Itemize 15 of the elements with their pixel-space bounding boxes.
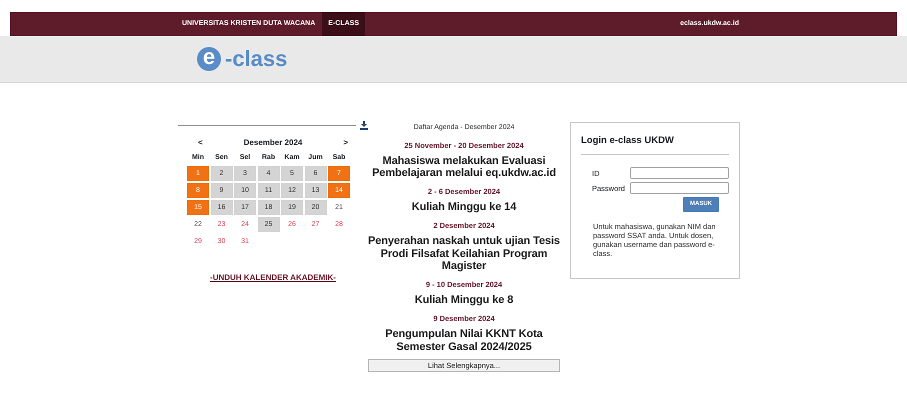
download-link[interactable]: -UNDUH KALENDER AKADEMIK- <box>178 272 368 284</box>
next-month-button[interactable]: > <box>343 137 348 149</box>
input-field[interactable] <box>630 182 729 194</box>
agenda-event: Pengumpulan Nilai KKNT Kota Semester Gasal 2024/2025 <box>384 328 544 354</box>
input-field[interactable] <box>630 167 729 180</box>
agenda-event: Kuliah Minggu ke 8 <box>414 294 514 307</box>
logo-circle: e <box>197 47 221 71</box>
agenda-event: Penyerahan naskah untuk ujian Tesis Prodi Filsafat Keilahian Program Magister <box>368 235 560 274</box>
download-icon[interactable] <box>360 120 368 130</box>
login-title: Login e-class UKDW <box>581 134 729 156</box>
agenda-event: Kuliah Minggu ke 14 <box>410 201 518 214</box>
logo-text: -class <box>225 48 288 70</box>
agenda-event: Mahasiswa melakukan Evaluasi Pembelajaran melalui eq.ukdw.ac.id <box>371 154 557 180</box>
month-title: Desember 2024 <box>244 137 302 149</box>
previous-month-button[interactable]: < <box>198 137 203 149</box>
